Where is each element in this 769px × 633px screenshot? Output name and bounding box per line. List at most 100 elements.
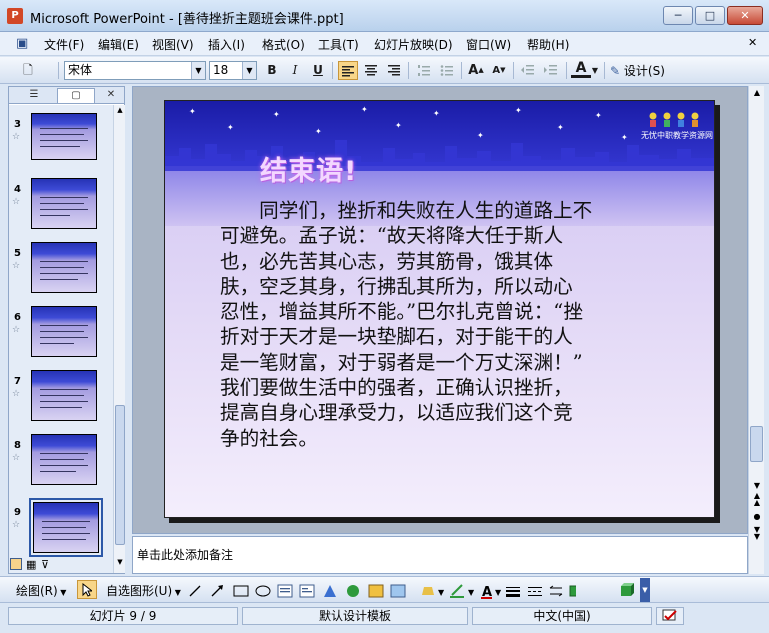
normal-view-icon[interactable]: [10, 558, 22, 570]
slide-thumbnail[interactable]: [31, 370, 97, 421]
font-color-button[interactable]: A: [571, 61, 591, 78]
body-line: 忍性，增益其所不能。”巴尔扎克曾说：“挫: [220, 300, 583, 324]
design-button[interactable]: ✎ 设计(S): [610, 62, 665, 79]
toolbar-separator: [604, 62, 605, 79]
notes-pane[interactable]: 单击此处添加备注: [132, 536, 748, 574]
underline-button[interactable]: U: [308, 61, 328, 80]
3d-style-icon[interactable]: [620, 580, 634, 600]
increase-font-label: A: [468, 63, 479, 78]
font-name-combo[interactable]: 宋体 ▼: [64, 61, 206, 80]
spelling-check-icon[interactable]: [656, 607, 684, 625]
maximize-button[interactable]: □: [695, 6, 725, 25]
design-label: 设计(S): [623, 64, 665, 78]
city-skyline-graphic: [165, 140, 714, 171]
star-decoration: ✦: [433, 109, 440, 118]
svg-text:▼: ▼: [495, 588, 502, 597]
design-template-name[interactable]: 默认设计模板: [242, 607, 468, 625]
menu-window[interactable]: 窗口(W): [466, 36, 511, 53]
chevron-down-icon[interactable]: ▼: [191, 62, 205, 79]
menu-tools[interactable]: 工具(T): [318, 36, 359, 53]
menu-view[interactable]: 视图(V): [152, 36, 194, 53]
slide-thumbnail[interactable]: [31, 434, 97, 485]
font-size-combo[interactable]: 18 ▼: [209, 61, 257, 80]
decrease-indent-icon[interactable]: [518, 61, 538, 80]
draw-menu-button[interactable]: 绘图(R) ▼: [16, 582, 66, 599]
new-document-icon[interactable]: 🗋: [18, 61, 38, 80]
arrow-down-icon: ▼: [500, 66, 506, 74]
thumbnail-number: 5: [14, 248, 21, 259]
slide-thumbnail[interactable]: [31, 113, 97, 160]
close-button[interactable]: ✕: [727, 6, 763, 25]
bold-button[interactable]: B: [262, 61, 282, 80]
thumbnail-scrollbar[interactable]: ▲ ▼: [113, 105, 125, 573]
autoshapes-menu-button[interactable]: 自选图形(U) ▼: [106, 582, 181, 599]
star-decoration: ✦: [477, 131, 484, 140]
align-center-icon[interactable]: [361, 61, 381, 80]
menu-edit[interactable]: 编辑(E): [98, 36, 139, 53]
select-browse-object-icon[interactable]: ●: [751, 512, 763, 521]
star-decoration: ✦: [515, 106, 522, 115]
body-line: 我们要做生活中的强者，正确认识挫折，: [220, 376, 573, 400]
menu-help[interactable]: 帮助(H): [527, 36, 569, 53]
close-document-icon[interactable]: ✕: [748, 36, 757, 49]
star-decoration: ✦: [557, 123, 564, 132]
body-line: 可避免。孟子说：“故天将降大任于斯人: [220, 224, 564, 248]
document-menu-icon[interactable]: ▣: [16, 36, 28, 51]
scroll-up-icon[interactable]: ▲: [115, 106, 125, 118]
drawing-tools-strip: ▼ ▼ A ▼: [189, 584, 576, 599]
tab-slides[interactable]: ▢: [57, 88, 95, 103]
tab-outline[interactable]: ☰: [15, 88, 53, 103]
slide-canvas[interactable]: ✦ ✦ ✦ ✦ ✦ ✦ ✦ ✦ ✦ ✦ ✦ ✦ 无忧中职教学资源网 结束语! 同…: [164, 100, 715, 518]
decrease-font-size-button[interactable]: A▼: [489, 61, 509, 80]
notes-placeholder[interactable]: 单击此处添加备注: [137, 546, 233, 563]
arrow-up-icon: ▲: [478, 66, 484, 74]
scroll-up-icon[interactable]: ▲: [751, 88, 763, 97]
scrollbar-thumb[interactable]: [115, 405, 125, 545]
toolbar-separator: [332, 62, 333, 79]
toolbar-options-icon[interactable]: ▼: [640, 578, 650, 602]
slide-thumbnail[interactable]: [31, 306, 97, 357]
menu-slideshow[interactable]: 幻灯片放映(D): [374, 36, 453, 53]
chevron-down-icon: ▼: [57, 588, 67, 597]
slide-thumbnail[interactable]: [31, 242, 97, 293]
next-slide-icon[interactable]: ▼ ▼: [751, 526, 763, 541]
slide-title[interactable]: 结束语!: [260, 149, 357, 188]
slide-thumbnail[interactable]: [31, 178, 97, 229]
title-bar: P Microsoft PowerPoint - [善待挫折主题班会课件.ppt…: [0, 0, 769, 32]
menu-file[interactable]: 文件(F): [44, 36, 84, 53]
powerpoint-app-icon[interactable]: P: [7, 8, 23, 24]
font-name-value: 宋体: [68, 63, 93, 77]
logo-figures-icon: [645, 111, 707, 127]
menu-insert[interactable]: 插入(I): [208, 36, 245, 53]
toolbar-separator: [566, 62, 567, 79]
decrease-font-label: A: [492, 65, 501, 76]
scroll-down-icon[interactable]: ▼: [751, 481, 763, 490]
numbered-list-icon[interactable]: [414, 61, 434, 80]
align-left-icon[interactable]: [338, 61, 358, 80]
star-decoration: ✦: [315, 127, 322, 136]
star-decoration: ✦: [395, 121, 402, 130]
star-decoration: ✦: [189, 107, 196, 116]
star-decoration: ✦: [227, 123, 234, 132]
slide-sorter-view-icon[interactable]: ▦: [26, 558, 36, 571]
increase-font-size-button[interactable]: A▲: [466, 61, 486, 80]
slideshow-view-icon[interactable]: ⊽: [41, 558, 49, 571]
bullet-list-icon[interactable]: [437, 61, 457, 80]
menu-format[interactable]: 格式(O): [262, 36, 305, 53]
slide-body-text[interactable]: 同学们，挫折和失败在人生的道路上不 可避免。孟子说：“故天将降大任于斯人 也，必…: [220, 198, 690, 451]
vertical-scrollbar[interactable]: ▲ ▼ ▲ ▲ ● ▼ ▼: [748, 86, 764, 574]
align-right-icon[interactable]: [384, 61, 404, 80]
select-objects-icon[interactable]: [77, 580, 97, 599]
scrollbar-thumb[interactable]: [750, 426, 763, 462]
minimize-button[interactable]: ─: [663, 6, 693, 25]
chevron-down-icon[interactable]: ▼: [242, 62, 256, 79]
slides-panel: ☰ ▢ ✕ 3 ☆ 4 ☆ 5 ☆ 6 ☆ 7 ☆ 8 ☆ 9 ☆ ▲ ▼: [8, 86, 125, 574]
close-panel-icon[interactable]: ✕: [101, 88, 121, 103]
chevron-down-icon[interactable]: ▼: [590, 61, 600, 80]
svg-text:▼: ▼: [468, 588, 475, 597]
increase-indent-icon[interactable]: [541, 61, 561, 80]
previous-slide-icon[interactable]: ▲ ▲: [751, 492, 763, 507]
star-decoration: ✦: [361, 105, 368, 114]
italic-button[interactable]: I: [285, 61, 305, 80]
slide-thumbnail-selected[interactable]: [29, 498, 103, 557]
